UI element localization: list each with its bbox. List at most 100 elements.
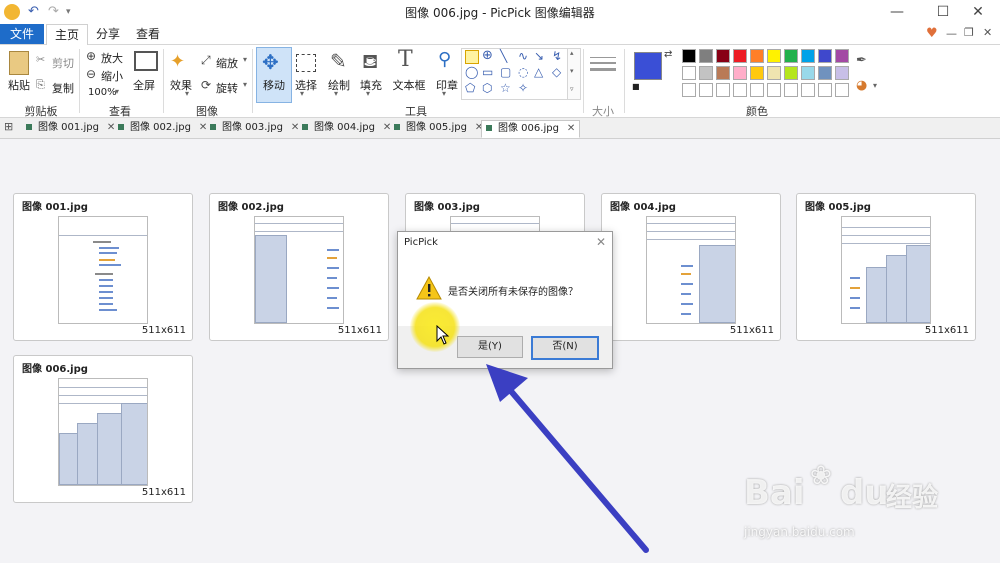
thumbnail-image-002[interactable]: 图像 002.jpg 511x611 — [209, 193, 389, 341]
stamp-button[interactable]: 印章 — [432, 77, 462, 93]
select-button[interactable]: 选择 — [291, 77, 321, 93]
thumbnail-image-004[interactable]: 图像 004.jpg 511x611 — [601, 193, 781, 341]
star-burst-shape-icon[interactable]: ✧ — [518, 81, 528, 95]
primary-color-swatch[interactable] — [634, 52, 662, 80]
no-button[interactable]: 否(N) — [531, 336, 599, 360]
ribbon-close-icon[interactable]: ✕ — [983, 26, 992, 39]
menu-share[interactable]: 分享 — [90, 24, 126, 44]
zoom-dropdown-icon[interactable]: ▾ — [115, 87, 119, 96]
line-shape-icon[interactable]: ╲ — [500, 49, 507, 63]
color-swatch[interactable] — [682, 83, 696, 97]
shape-gallery-scrollbar[interactable]: ▴ ▾ ▿ — [567, 48, 581, 100]
tab-image-004[interactable]: 图像 004.jpg ✕ — [302, 120, 391, 136]
stamp-dropdown-icon[interactable]: ▾ — [442, 89, 446, 98]
zoom-in-button[interactable]: 放大 — [101, 50, 123, 66]
color-swatch[interactable] — [716, 83, 730, 97]
paste-button[interactable]: 粘贴 — [5, 77, 33, 93]
color-swatch[interactable] — [818, 66, 832, 80]
tab-image-001[interactable]: 图像 001.jpg ✕ — [26, 120, 115, 136]
resize-button[interactable]: 缩放 — [216, 55, 238, 71]
paste-icon[interactable] — [9, 51, 29, 75]
triangle-shape-icon[interactable]: △ — [534, 65, 543, 79]
thumbnail-image-006[interactable]: 图像 006.jpg 511x611 — [13, 355, 193, 503]
color-swatch[interactable] — [801, 49, 815, 63]
cut-button[interactable]: 剪切 — [52, 55, 74, 71]
thumbnail-image-005[interactable]: 图像 005.jpg 511x611 — [796, 193, 976, 341]
color-swatch[interactable] — [682, 49, 696, 63]
color-swatch[interactable] — [716, 49, 730, 63]
color-swatch[interactable] — [784, 66, 798, 80]
ribbon-restore-icon[interactable]: ❐ — [964, 26, 974, 39]
tab-image-003[interactable]: 图像 003.jpg ✕ — [210, 120, 299, 136]
rotate-dropdown-icon[interactable]: ▾ — [243, 80, 247, 89]
thumbnail-image-001[interactable]: 图像 001.jpg 511x611 — [13, 193, 193, 341]
fullscreen-icon[interactable] — [134, 51, 158, 71]
color-swatch[interactable] — [801, 66, 815, 80]
fullscreen-button[interactable]: 全屏 — [128, 77, 160, 93]
dialog-close-icon[interactable]: ✕ — [596, 235, 606, 249]
speech-bubble-shape-icon[interactable]: ◌ — [518, 65, 528, 79]
rotate-button[interactable]: 旋转 — [216, 80, 238, 96]
color-swatch[interactable] — [682, 66, 696, 80]
star-shape-icon[interactable]: ☆ — [500, 81, 511, 95]
shape-gallery[interactable]: ⊕ ╲ ∿ ↘ ↯ ◯ ▭ ▢ ◌ △ ◇ ⬠ ⬡ ☆ ✧ — [461, 48, 569, 100]
copy-button[interactable]: 复制 — [52, 80, 74, 96]
tab-image-005[interactable]: 图像 005.jpg ✕ — [394, 120, 483, 136]
close-tab-icon[interactable]: ✕ — [291, 122, 299, 133]
color-swatch[interactable] — [699, 66, 713, 80]
close-tab-icon[interactable]: ✕ — [567, 123, 575, 134]
fill-bucket-icon[interactable]: ⛾ — [362, 49, 378, 76]
draw-button[interactable]: 绘制 — [324, 77, 354, 93]
ellipse-shape-icon[interactable]: ◯ — [465, 65, 478, 79]
resize-icon[interactable]: ⤢ — [201, 53, 211, 68]
tab-image-006[interactable]: 图像 006.jpg ✕ — [481, 120, 581, 138]
scroll-down-icon[interactable]: ▾ — [570, 67, 574, 75]
fill-dropdown-icon[interactable]: ▾ — [366, 89, 370, 98]
close-tab-icon[interactable]: ✕ — [383, 122, 391, 133]
color-swatch[interactable] — [750, 83, 764, 97]
zoom-level[interactable]: 100% — [88, 87, 117, 98]
color-swatch[interactable] — [750, 49, 764, 63]
color-swatch[interactable] — [733, 49, 747, 63]
tab-image-002[interactable]: 图像 002.jpg ✕ — [118, 120, 207, 136]
close-button[interactable]: ✕ — [956, 0, 1000, 24]
swap-colors-icon[interactable]: ⇄ — [664, 49, 672, 60]
reset-colors-icon[interactable]: ■ — [632, 82, 640, 91]
eyedropper-icon[interactable]: ✒ — [856, 53, 867, 68]
color-swatch[interactable] — [835, 49, 849, 63]
effects-icon[interactable]: ✦ — [170, 51, 185, 72]
color-swatch[interactable] — [699, 49, 713, 63]
color-swatch[interactable] — [784, 49, 798, 63]
color-wheel-icon[interactable]: ◕ — [856, 78, 867, 93]
more-colors-dropdown-icon[interactable]: ▾ — [873, 81, 877, 90]
color-swatch[interactable] — [818, 49, 832, 63]
color-swatch[interactable] — [818, 83, 832, 97]
select-dropdown-icon[interactable]: ▾ — [300, 89, 304, 98]
line-width-icon[interactable] — [590, 55, 616, 75]
color-swatch[interactable] — [801, 83, 815, 97]
zoom-in-icon[interactable]: ⊕ — [86, 49, 96, 63]
hexagon-shape-icon[interactable]: ⬡ — [482, 81, 492, 95]
gallery-expand-icon[interactable]: ▿ — [570, 85, 574, 93]
grid-view-icon[interactable]: ⊞ — [4, 120, 13, 133]
diamond-shape-icon[interactable]: ◇ — [552, 65, 561, 79]
rect-select-shape-icon[interactable] — [465, 50, 479, 64]
zoom-out-icon[interactable]: ⊖ — [86, 67, 96, 81]
brush-icon[interactable]: ✎ — [330, 49, 347, 73]
effects-dropdown-icon[interactable]: ▾ — [185, 89, 189, 98]
stamp-icon[interactable]: ⚲ — [438, 49, 451, 70]
color-swatch[interactable] — [733, 83, 747, 97]
color-swatch[interactable] — [750, 66, 764, 80]
curved-arrow-shape-icon[interactable]: ↯ — [552, 49, 562, 63]
close-tab-icon[interactable]: ✕ — [199, 122, 207, 133]
color-swatch[interactable] — [699, 83, 713, 97]
close-tab-icon[interactable]: ✕ — [107, 122, 115, 133]
select-icon[interactable] — [296, 54, 316, 72]
menu-file[interactable]: 文件 — [0, 24, 44, 44]
resize-dropdown-icon[interactable]: ▾ — [243, 55, 247, 64]
color-swatch[interactable] — [767, 66, 781, 80]
textbox-icon[interactable]: T — [398, 47, 413, 72]
draw-dropdown-icon[interactable]: ▾ — [334, 89, 338, 98]
scissors-icon[interactable]: ✂ — [36, 53, 45, 66]
effects-button[interactable]: 效果 — [166, 77, 196, 93]
